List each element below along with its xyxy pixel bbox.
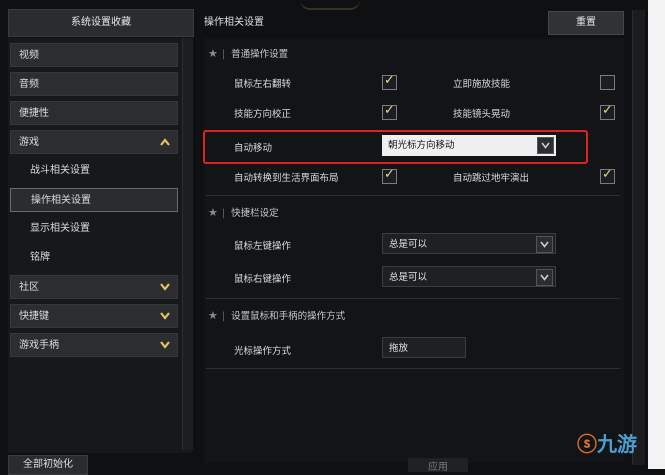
sidebar-item-label: 铭牌: [30, 252, 50, 263]
settings-scrollbar[interactable]: [632, 10, 645, 465]
divider: [206, 368, 620, 369]
camera-shake-checkbox[interactable]: ✓: [600, 103, 615, 120]
mouse-swap-checkbox[interactable]: ✓: [382, 73, 397, 90]
sidebar-item-controls[interactable]: 操作相关设置: [10, 188, 178, 212]
check-icon: ✓: [384, 103, 395, 118]
sidebar-item-label: 战斗相关设置: [30, 165, 90, 176]
sidebar-panel: 视频 音频 便捷性 游戏 战斗相关设置 操作相关设置 显示相关设置 铭牌 社区 …: [8, 38, 192, 453]
sidebar-item-label: 音频: [19, 79, 39, 90]
auto-life-layout-checkbox[interactable]: ✓: [382, 167, 397, 184]
sidebar-item-label: 社区: [19, 282, 39, 293]
sidebar-item-video[interactable]: 视频: [10, 43, 178, 67]
check-icon: ✓: [602, 103, 613, 118]
section-title-text: 普通操作设置: [231, 49, 289, 60]
sidebar-item-label: 操作相关设置: [31, 195, 91, 206]
favorites-header[interactable]: 系统设置收藏: [8, 9, 194, 37]
sidebar-item-label: 便捷性: [19, 108, 49, 119]
divider: [206, 195, 620, 196]
sidebar-scrollbar[interactable]: [182, 38, 193, 450]
check-icon: ✓: [384, 73, 395, 88]
instant-cast-checkbox[interactable]: [600, 75, 615, 90]
section-title-general: ★ | 普通操作设置: [208, 47, 289, 60]
check-icon: ✓: [602, 167, 613, 182]
skill-direction-checkbox[interactable]: ✓: [382, 103, 397, 120]
window-edge: [648, 0, 665, 469]
left-click-dropdown[interactable]: 总是可以: [382, 233, 556, 254]
auto-life-layout-label: 自动转换到生活界面布局: [234, 173, 339, 184]
section-title-mouse-pad: ★ | 设置鼠标和手柄的操作方式: [208, 309, 346, 322]
sidebar-item-community[interactable]: 社区: [10, 275, 178, 299]
chevron-down-icon: [160, 341, 170, 349]
chevron-down-icon: [536, 236, 553, 253]
skill-direction-label: 技能方向校正: [234, 109, 292, 120]
apply-button[interactable]: 应用: [408, 458, 468, 473]
right-click-label: 鼠标右键操作: [234, 274, 292, 285]
sidebar-item-game[interactable]: 游戏: [10, 130, 178, 154]
section-title-quickbar: ★ | 快捷栏设定: [208, 206, 279, 219]
check-icon: ✓: [384, 167, 395, 182]
dropdown-value: 朝光标方向移动: [388, 140, 455, 151]
watermark-text: 九游: [597, 432, 637, 456]
sidebar-item-label: 快捷键: [19, 311, 49, 322]
reset-button[interactable]: 重置: [548, 11, 624, 35]
reset-all-button[interactable]: 全部初始化: [8, 455, 88, 475]
cursor-mode-dropdown[interactable]: 拖放: [382, 337, 466, 358]
chevron-down-icon: [160, 312, 170, 320]
section-title-text: 设置鼠标和手柄的操作方式: [231, 311, 346, 322]
sidebar-item-gamepad[interactable]: 游戏手柄: [10, 333, 178, 357]
sidebar-item-label: 游戏: [19, 137, 39, 148]
divider: [206, 298, 620, 299]
sidebar-item-hotkeys[interactable]: 快捷键: [10, 304, 178, 328]
chevron-down-icon: [160, 283, 170, 291]
right-click-dropdown[interactable]: 总是可以: [382, 266, 556, 287]
star-icon: ★: [208, 309, 218, 322]
watermark-logo: ⓢ九游: [577, 432, 637, 456]
star-icon: ★: [208, 47, 218, 60]
star-icon: ★: [208, 206, 218, 219]
auto-move-label: 自动移动: [234, 143, 273, 154]
skip-dungeon-label: 自动跳过地牢演出: [453, 173, 530, 184]
auto-move-dropdown[interactable]: 朝光标方向移动: [382, 135, 556, 156]
cursor-mode-label: 光标操作方式: [234, 346, 292, 357]
dropdown-value: 总是可以: [389, 272, 428, 283]
chevron-down-icon: [536, 269, 553, 286]
sidebar-item-combat[interactable]: 战斗相关设置: [10, 159, 178, 183]
sidebar-item-label: 视频: [19, 50, 39, 61]
dropdown-value: 拖放: [389, 343, 409, 354]
sidebar-item-display[interactable]: 显示相关设置: [10, 217, 178, 241]
mouse-swap-label: 鼠标左右翻转: [234, 79, 292, 90]
camera-shake-label: 技能镜头晃动: [453, 109, 511, 120]
page-title: 操作相关设置: [204, 17, 264, 28]
sidebar-item-audio[interactable]: 音频: [10, 72, 178, 96]
sidebar-item-label: 游戏手柄: [19, 340, 59, 351]
sidebar-item-label: 显示相关设置: [30, 223, 90, 234]
section-title-text: 快捷栏设定: [231, 208, 279, 219]
top-ornament: [300, 0, 360, 10]
skip-dungeon-checkbox[interactable]: ✓: [600, 167, 615, 184]
sidebar-item-nameplate[interactable]: 铭牌: [10, 246, 178, 270]
sidebar-item-convenience[interactable]: 便捷性: [10, 101, 178, 125]
dropdown-value: 总是可以: [389, 239, 428, 250]
instant-cast-label: 立即施放技能: [453, 79, 511, 90]
chevron-up-icon: [160, 138, 170, 146]
left-click-label: 鼠标左键操作: [234, 241, 292, 252]
chevron-down-icon: [537, 137, 554, 154]
